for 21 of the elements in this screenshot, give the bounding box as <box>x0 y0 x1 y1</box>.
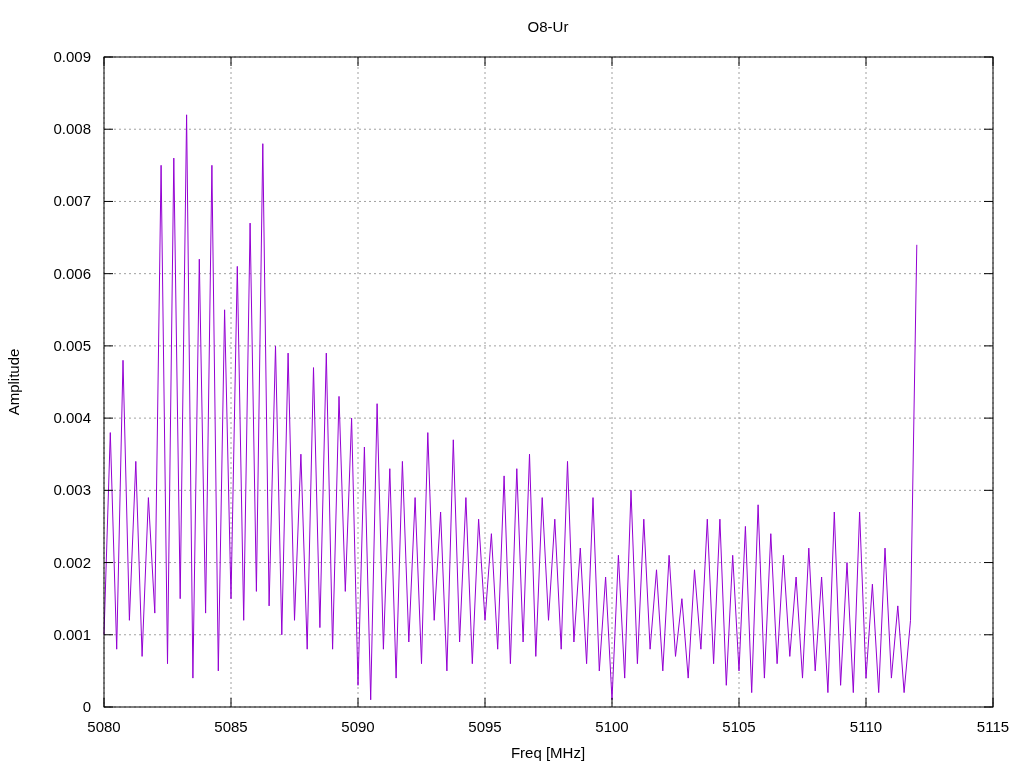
x-tick-label: 5110 <box>849 718 883 735</box>
y-tick-label: 0.006 <box>53 264 91 282</box>
x-tick-label: 5085 <box>214 718 248 735</box>
y-tick-label: 0 <box>82 698 91 715</box>
y-tick-label: 0.003 <box>53 481 91 499</box>
x-axis-label: Freq [MHz] <box>510 744 586 761</box>
y-tick-label: 0.001 <box>53 625 91 643</box>
y-tick-label: 0.008 <box>53 120 91 138</box>
x-tick-label: 5080 <box>87 718 121 735</box>
x-tick-label: 5095 <box>468 718 502 735</box>
y-tick-label: 0.009 <box>53 48 91 65</box>
chart-title: O8-Ur <box>527 18 569 35</box>
y-tick-label: 0.007 <box>53 192 91 210</box>
x-tick-label: 5090 <box>341 718 375 735</box>
y-axis-label: Amplitude <box>5 348 22 416</box>
x-tick-label: 5115 <box>976 718 1010 735</box>
y-tick-label: 0.005 <box>53 336 91 354</box>
y-tick-label: 0.004 <box>53 409 91 427</box>
x-tick-label: 5105 <box>722 718 756 735</box>
y-tick-label: 0.002 <box>53 553 91 571</box>
x-tick-label: 5100 <box>595 718 629 735</box>
